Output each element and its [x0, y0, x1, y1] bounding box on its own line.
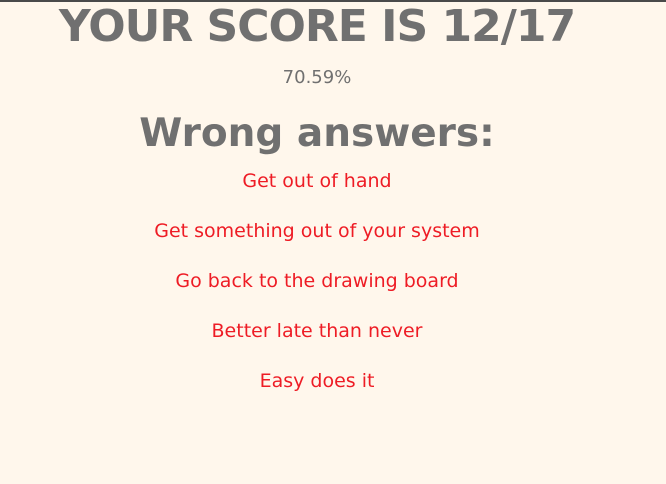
wrong-answer-item: Better late than never	[211, 320, 423, 342]
wrong-answer-item: Get out of hand	[242, 170, 392, 192]
wrong-answers-list: Get out of hand Get something out of you…	[0, 168, 634, 418]
wrong-answer-item: Go back to the drawing board	[175, 270, 459, 292]
wrong-answer-item: Get something out of your system	[154, 220, 480, 242]
score-title: YOUR SCORE IS 12/17	[58, 1, 576, 52]
score-percentage: 70.59%	[282, 67, 352, 88]
wrong-answers-heading: Wrong answers:	[139, 111, 495, 156]
wrong-answer-item: Easy does it	[259, 370, 375, 392]
